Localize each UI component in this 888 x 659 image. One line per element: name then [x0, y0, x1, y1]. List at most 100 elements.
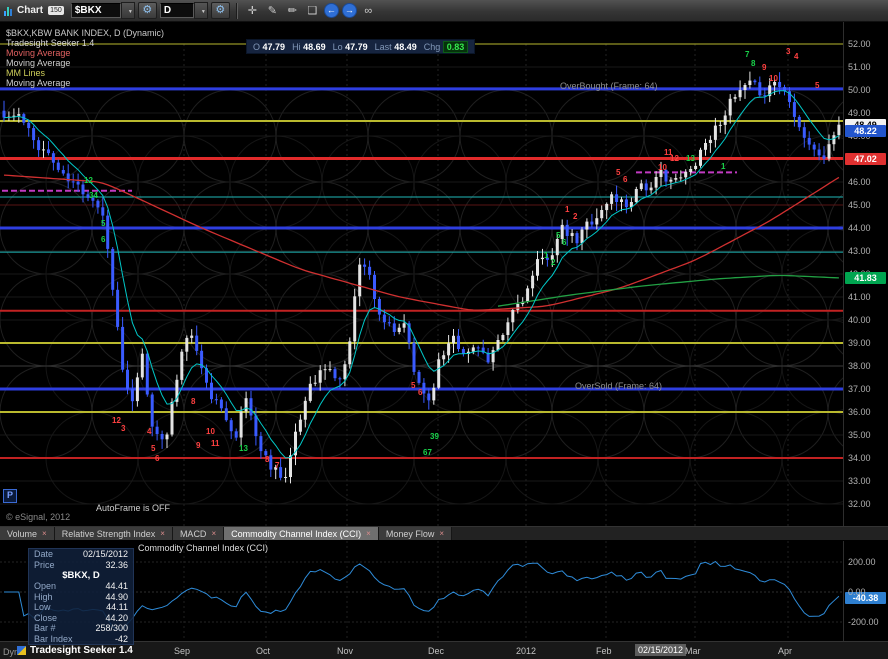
svg-text:39: 39 [430, 432, 439, 441]
svg-text:4: 4 [794, 52, 799, 61]
svg-text:34: 34 [89, 191, 98, 200]
study-label: Tradesight Seeker 1.4 [6, 38, 95, 48]
svg-text:7: 7 [275, 461, 280, 470]
status-text: Tradesight Seeker 1.4 [30, 645, 133, 656]
toolbar: Chart 150 ▼ ⚙ ▼ ⚙ ✛ ✎ ✏ ❑ ← → ∞ [0, 0, 888, 22]
price-axis-label: 32.00 [848, 499, 871, 509]
low-label: Lo [332, 41, 343, 52]
interval-input[interactable] [159, 3, 194, 18]
svg-text:10: 10 [769, 74, 778, 83]
tab-close-icon[interactable]: × [42, 529, 47, 538]
tab-close-icon[interactable]: × [160, 529, 165, 538]
link-tool-icon[interactable]: ∞ [360, 2, 377, 19]
chg-label: Chg [423, 41, 441, 52]
study-label: Moving Average [6, 48, 71, 58]
high-label: Hi [292, 41, 301, 52]
forward-arrow-icon[interactable]: → [341, 3, 357, 18]
tab-close-icon[interactable]: × [439, 529, 444, 538]
marker-tool-icon[interactable]: ✏ [284, 2, 301, 19]
price-badge: 47.02 [845, 152, 886, 165]
cci-axis-label: -200.00 [848, 617, 879, 627]
svg-text:4: 4 [147, 427, 152, 436]
price-axis-label: 33.00 [848, 476, 871, 486]
time-axis-label: Sep [174, 646, 191, 656]
main-price-chart[interactable]: 12 34 5 6 12 3 4 5 6 8 9 10 11 13 8 7 5 6 39 67 1 2 5 6 1 2 5 6 10 11… [0, 22, 888, 526]
cci-title: Commodity Channel Index (CCI) [138, 543, 269, 553]
symbol-input[interactable] [70, 3, 121, 18]
window-badge: 150 [48, 6, 64, 15]
back-arrow-icon[interactable]: ← [323, 3, 339, 18]
svg-text:5: 5 [815, 81, 820, 90]
low-value: 47.79 [345, 41, 368, 52]
symbol-field: ▼ [70, 2, 135, 19]
candles-layer [2, 71, 841, 484]
svg-text:1: 1 [544, 251, 549, 260]
tooltip-symbol-header: $BKX, D [62, 570, 100, 581]
price-axis-label: 43.00 [848, 246, 871, 256]
svg-text:11: 11 [211, 439, 220, 448]
tab-macd[interactable]: MACD × [172, 527, 225, 540]
callout-tool-icon[interactable]: ❑ [304, 2, 321, 19]
price-axis-label: 49.00 [848, 108, 871, 118]
price-axis-label: 52.00 [848, 39, 871, 49]
svg-text:12: 12 [670, 154, 679, 163]
chg-value: 0.83 [442, 40, 469, 53]
svg-text:12: 12 [84, 176, 93, 185]
tab-money-flow[interactable]: Money Flow × [378, 527, 453, 540]
tab-volume[interactable]: Volume × [0, 527, 55, 540]
tab-close-icon[interactable]: × [211, 529, 216, 538]
svg-text:6: 6 [418, 388, 423, 397]
chart-settings-gear-icon[interactable]: ⚙ [210, 2, 230, 19]
svg-text:1: 1 [721, 162, 726, 171]
time-axis-label: Mar [685, 646, 701, 656]
overbought-label: OverBought (Frame: 64) [560, 81, 658, 91]
tab-close-icon[interactable]: × [366, 529, 371, 538]
study-tabs: Volume × Relative Strength Index × MACD × C… [0, 526, 888, 541]
svg-text:5: 5 [616, 168, 621, 177]
pane-p-button[interactable]: P [3, 489, 17, 503]
svg-text:6: 6 [562, 238, 567, 247]
time-axis-label: Feb [596, 646, 612, 656]
price-axis-label: 44.00 [848, 223, 871, 233]
svg-text:3: 3 [786, 47, 791, 56]
tab-cci[interactable]: Commodity Channel Index (CCI) × [224, 527, 379, 540]
svg-text:13: 13 [686, 154, 695, 163]
pencil-tool-icon[interactable]: ✎ [264, 2, 281, 19]
price-axis: 52.0051.0050.0049.0048.0047.0046.0045.00… [843, 22, 888, 526]
price-axis-label: 40.00 [848, 315, 871, 325]
interval-dropdown-icon[interactable]: ▼ [193, 2, 208, 19]
high-value: 48.69 [303, 41, 326, 52]
price-axis-label: 38.00 [848, 361, 871, 371]
svg-text:6: 6 [101, 235, 106, 244]
svg-text:3: 3 [121, 424, 126, 433]
study-label: MM Lines [6, 68, 46, 78]
crosshair-tool-icon[interactable]: ✛ [244, 2, 261, 19]
symbol-dropdown-icon[interactable]: ▼ [120, 2, 135, 19]
tab-rsi[interactable]: Relative Strength Index × [54, 527, 173, 540]
price-axis-label: 46.00 [848, 177, 871, 187]
svg-text:67: 67 [423, 448, 432, 457]
cci-axis: -40.38 200.00 0.00 -200.00 [843, 541, 888, 641]
svg-text:5: 5 [556, 231, 561, 240]
price-axis-label: 39.00 [848, 338, 871, 348]
last-label: Last [374, 41, 392, 52]
svg-text:5: 5 [411, 381, 416, 390]
data-window-tooltip: Date 02/15/2012 Price 32.36 $BKX, D Open 44… [28, 548, 134, 645]
chart-application-window: Chart 150 ▼ ⚙ ▼ ⚙ ✛ ✎ ✏ ❑ ← → ∞ 12345612… [0, 0, 888, 659]
svg-text:2: 2 [551, 258, 556, 267]
time-axis-label: Dec [428, 646, 445, 656]
price-axis-label: 37.00 [848, 384, 871, 394]
copyright-text: © eSignal, 2012 [6, 512, 71, 522]
price-axis-label: 45.00 [848, 200, 871, 210]
svg-text:6: 6 [623, 175, 628, 184]
cci-axis-label: 200.00 [848, 557, 876, 567]
symbol-settings-gear-icon[interactable]: ⚙ [137, 2, 157, 19]
svg-text:9: 9 [196, 441, 201, 450]
candlestick-plot[interactable]: 123456123 4568910111387563967125612561011… [0, 22, 843, 526]
study-label: Moving Average [6, 58, 71, 68]
svg-text:8: 8 [265, 455, 270, 464]
svg-text:10: 10 [206, 427, 215, 436]
price-badge: 41.83 [845, 271, 886, 284]
time-axis-label: Oct [256, 646, 271, 656]
svg-text:6: 6 [155, 454, 160, 463]
